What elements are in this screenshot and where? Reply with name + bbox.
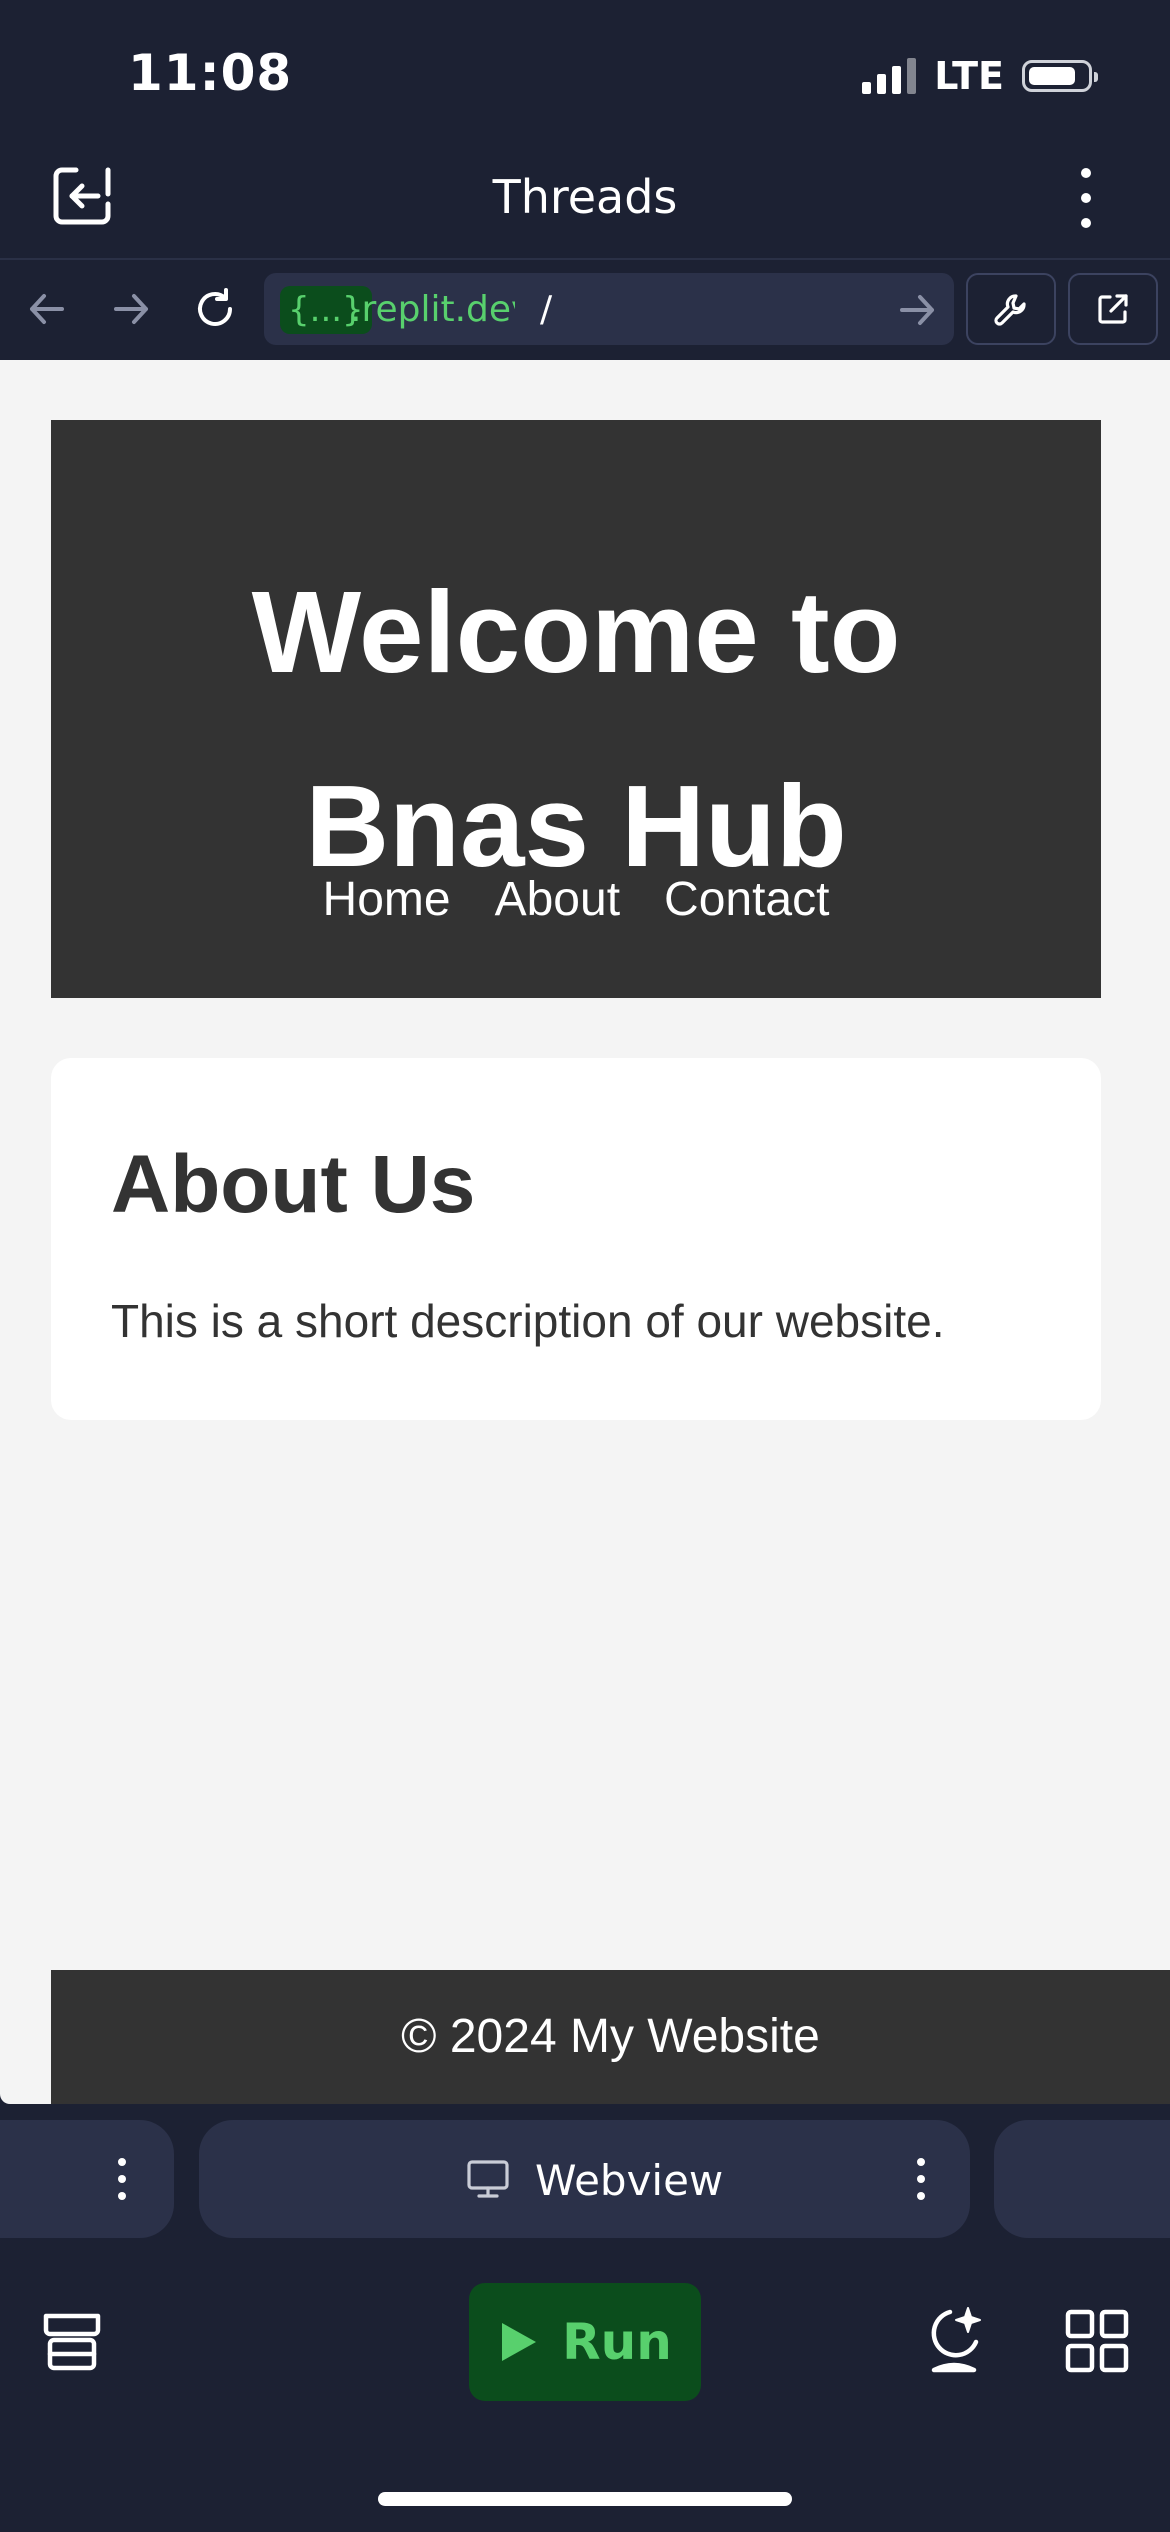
tab-webview[interactable]: Webview bbox=[199, 2120, 970, 2238]
home-indicator[interactable] bbox=[378, 2492, 792, 2506]
page-title: Threads bbox=[492, 170, 678, 224]
site-footer: © 2024 My Website bbox=[51, 1970, 1170, 2104]
signal-icon bbox=[862, 58, 917, 94]
ai-assistant-button[interactable] bbox=[924, 2304, 988, 2376]
layers-icon bbox=[43, 2313, 101, 2371]
battery-icon bbox=[1022, 60, 1098, 92]
tab-webview-label: Webview bbox=[535, 2156, 724, 2205]
run-label: Run bbox=[562, 2313, 672, 2371]
more-vertical-icon bbox=[1081, 168, 1091, 178]
go-button[interactable] bbox=[894, 287, 940, 333]
monitor-icon bbox=[467, 2160, 509, 2198]
layers-button[interactable] bbox=[40, 2310, 104, 2374]
more-vertical-icon[interactable] bbox=[118, 2158, 126, 2200]
reload-button[interactable] bbox=[192, 286, 238, 332]
site-header: Welcome to Bnas Hub Home About Contact bbox=[51, 420, 1101, 998]
more-options-button[interactable] bbox=[1058, 168, 1114, 228]
webview-viewport[interactable]: Welcome to Bnas Hub Home About Contact A… bbox=[0, 360, 1170, 2104]
status-time: 11:08 bbox=[128, 44, 293, 102]
nav-link-about[interactable]: About bbox=[495, 872, 620, 927]
reload-icon bbox=[198, 288, 232, 326]
go-arrow-icon bbox=[900, 295, 934, 325]
nav-link-home[interactable]: Home bbox=[323, 872, 451, 927]
tab-previous[interactable] bbox=[0, 2120, 174, 2238]
url-path[interactable]: / bbox=[540, 286, 552, 334]
section-text: This is a short description of our websi… bbox=[111, 1295, 945, 1347]
about-section: About Us This is a short description of … bbox=[51, 1058, 1101, 1420]
devtools-button[interactable] bbox=[966, 273, 1056, 345]
network-label: LTE bbox=[934, 54, 1004, 98]
more-vertical-icon[interactable] bbox=[917, 2158, 925, 2200]
apps-grid-button[interactable] bbox=[1064, 2308, 1130, 2374]
back-button[interactable] bbox=[24, 286, 70, 332]
wrench-icon bbox=[994, 294, 1026, 326]
nav-link-contact[interactable]: Contact bbox=[664, 872, 829, 927]
section-title: About Us bbox=[111, 1139, 476, 1230]
ai-assistant-icon bbox=[931, 2307, 981, 2373]
tab-next[interactable] bbox=[994, 2120, 1170, 2238]
forward-arrow-icon bbox=[114, 294, 148, 324]
external-link-icon bbox=[1098, 294, 1128, 324]
forward-button[interactable] bbox=[108, 286, 154, 332]
hero-title-line1: Welcome to bbox=[251, 567, 901, 697]
url-domain: .replit.dev bbox=[350, 289, 515, 330]
open-external-button[interactable] bbox=[1068, 273, 1158, 345]
play-icon bbox=[502, 2323, 537, 2361]
site-nav: Home About Contact bbox=[51, 872, 1101, 927]
status-indicators: LTE bbox=[862, 54, 1098, 98]
header-divider bbox=[0, 258, 1170, 260]
run-button[interactable]: Run bbox=[469, 2283, 701, 2401]
back-arrow-icon bbox=[30, 294, 64, 324]
grid-icon bbox=[1065, 2309, 1129, 2373]
